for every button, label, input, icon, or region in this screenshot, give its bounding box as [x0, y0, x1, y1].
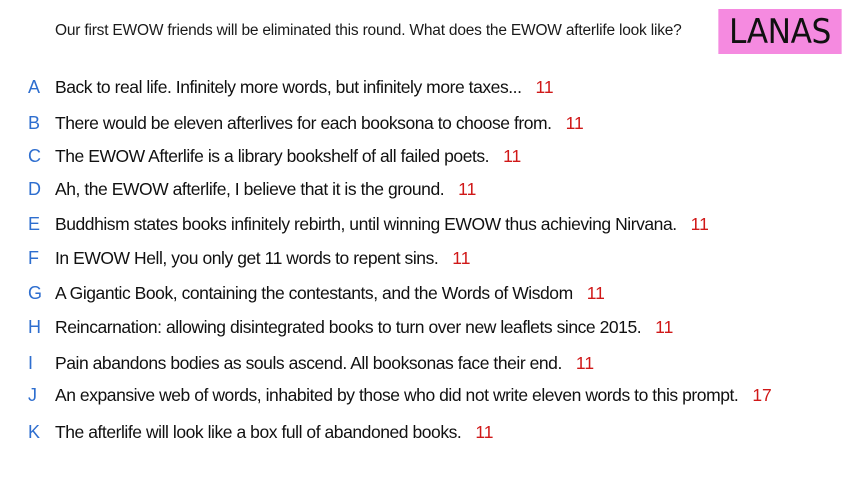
entry-text: Pain abandons bodies as souls ascend. Al…: [55, 350, 594, 376]
word-count: 11: [690, 214, 709, 234]
entry-text: An expansive web of words, inhabited by …: [55, 382, 772, 408]
entry-response: A Gigantic Book, containing the contesta…: [55, 283, 573, 303]
entry-letter: C: [28, 146, 41, 166]
entry-text: The EWOW Afterlife is a library bookshel…: [55, 143, 521, 169]
word-count: 17: [752, 385, 772, 405]
entry-response: Back to real life. Infinitely more words…: [55, 77, 522, 97]
entry-text: A Gigantic Book, containing the contesta…: [55, 280, 605, 306]
word-count: 11: [655, 317, 674, 337]
prompt-text: Our first EWOW friends will be eliminate…: [55, 22, 682, 39]
entry-response: An expansive web of words, inhabited by …: [55, 385, 739, 405]
word-count: 11: [458, 179, 477, 199]
entry-letter: B: [28, 113, 41, 133]
word-count: 11: [475, 422, 494, 442]
entry-response: Pain abandons bodies as souls ascend. Al…: [55, 353, 562, 373]
entry-response: Reincarnation: allowing disintegrated bo…: [55, 317, 642, 337]
entry-response: In EWOW Hell, you only get 11 words to r…: [55, 248, 439, 268]
word-count: 11: [535, 77, 554, 97]
entry-text: The afterlife will look like a box full …: [55, 419, 494, 445]
entry-response: The afterlife will look like a box full …: [55, 422, 462, 442]
entry-text: In EWOW Hell, you only get 11 words to r…: [55, 245, 470, 271]
entry-response: Ah, the EWOW afterlife, I believe that i…: [55, 179, 445, 199]
word-count: 11: [503, 146, 522, 166]
word-count: 11: [575, 353, 595, 373]
entry-text: Reincarnation: allowing disintegrated bo…: [55, 314, 673, 340]
entry-letter: I: [28, 353, 34, 373]
entry-response: There would be eleven afterlives for eac…: [55, 113, 552, 133]
entry-text: Ah, the EWOW afterlife, I believe that i…: [55, 176, 476, 202]
entry-response: Buddhism states books infinitely rebirth…: [55, 214, 677, 234]
entry-response: The EWOW Afterlife is a library bookshel…: [55, 146, 490, 166]
word-count: 11: [586, 283, 605, 303]
entry-letter: D: [28, 179, 41, 199]
word-count: 11: [565, 113, 584, 133]
entry-letter: E: [28, 214, 41, 234]
entry-letter: J: [28, 385, 37, 405]
entry-text: Back to real life. Infinitely more words…: [55, 74, 554, 100]
entry-letter: K: [28, 422, 41, 442]
word-count: 11: [452, 248, 471, 268]
entry-text: There would be eleven afterlives for eac…: [55, 110, 584, 136]
entry-letter: F: [28, 248, 39, 268]
contestant-badge: LANAS: [718, 9, 842, 54]
entry-text: Buddhism states books infinitely rebirth…: [55, 211, 709, 237]
entry-letter: H: [28, 317, 41, 337]
entry-letter: A: [28, 77, 41, 97]
entry-letter: G: [28, 283, 43, 303]
